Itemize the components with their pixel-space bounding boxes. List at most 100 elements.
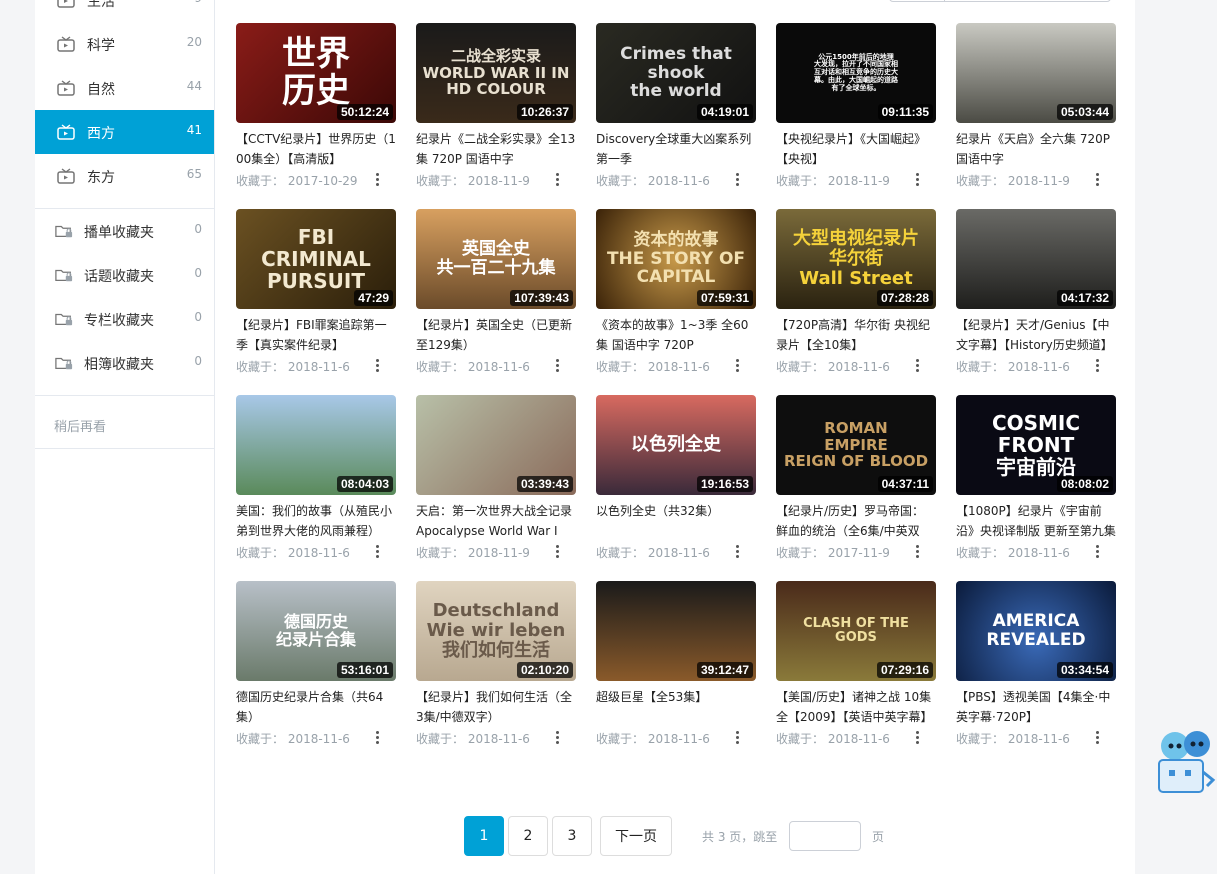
video-card[interactable]: 39:12:47 超级巨星【全53集】 收藏于： 2018-11-6 <box>596 581 756 757</box>
more-options-icon[interactable] <box>556 545 560 559</box>
video-title[interactable]: 【纪录片】我们如何生活（全3集/中德双字） <box>416 687 576 727</box>
video-thumbnail[interactable]: 资本的故事 THE STORY OF CAPITAL 07:59:31 <box>596 209 756 309</box>
more-options-icon[interactable] <box>916 731 920 745</box>
video-card[interactable]: 08:04:03 美国：我们的故事（从殖民小弟到世界大佬的风雨兼程） 收藏于： 20… <box>236 395 396 571</box>
video-title[interactable]: 美国：我们的故事（从殖民小弟到世界大佬的风雨兼程） <box>236 501 396 541</box>
more-options-icon[interactable] <box>376 731 380 745</box>
video-thumbnail[interactable]: Deutschland Wie wir leben 我们如何生活 02:10:20 <box>416 581 576 681</box>
more-options-icon[interactable] <box>736 545 740 559</box>
video-card[interactable]: 大型电视纪录片 华尔街 Wall Street 07:28:28 【720P高清】华… <box>776 209 936 385</box>
sidebar-item-column-favorites[interactable]: 专栏收藏夹 0 <box>35 297 214 341</box>
video-card[interactable]: AMERICA REVEALED 03:34:54 【PBS】透视美国【4集全·中英… <box>956 581 1116 757</box>
sidebar-item-count: 0 <box>194 354 202 368</box>
video-title[interactable]: 【CCTV纪录片】世界历史（100集全）【高清版】 <box>236 129 396 169</box>
video-card[interactable]: Deutschland Wie wir leben 我们如何生活 02:10:20… <box>416 581 576 757</box>
video-thumbnail[interactable]: 公元1500年前后的地理 大发现，拉开了不同国家相 互对话和相互竞争的历史大 幕… <box>776 23 936 123</box>
video-card[interactable]: 世界 历史 50:12:24 【CCTV纪录片】世界历史（100集全）【高清版】 收藏… <box>236 23 396 199</box>
top-control-partial[interactable] <box>889 0 1111 2</box>
page-button-1[interactable]: 1 <box>464 816 504 856</box>
video-thumbnail[interactable]: 08:04:03 <box>236 395 396 495</box>
more-options-icon[interactable] <box>556 359 560 373</box>
video-title[interactable]: 德国历史纪录片合集（共64集） <box>236 687 396 727</box>
video-thumbnail[interactable]: 世界 历史 50:12:24 <box>236 23 396 123</box>
sidebar-item-science[interactable]: 科学 20 <box>35 22 214 66</box>
video-title[interactable]: 超级巨星【全53集】 <box>596 687 756 727</box>
video-thumbnail[interactable]: 以色列全史 19:16:53 <box>596 395 756 495</box>
video-title[interactable]: 【720P高清】华尔街 央视纪录片【全10集】 <box>776 315 936 355</box>
video-title[interactable]: 以色列全史（共32集） <box>596 501 756 541</box>
video-thumbnail[interactable]: 二战全彩实录 WORLD WAR II IN HD COLOUR 10:26:37 <box>416 23 576 123</box>
video-title[interactable]: 纪录片《天启》全六集 720P 国语中字 <box>956 129 1116 169</box>
video-title[interactable]: 纪录片《二战全彩实录》全13集 720P 国语中字 <box>416 129 576 169</box>
video-thumbnail[interactable]: 04:17:32 <box>956 209 1116 309</box>
more-options-icon[interactable] <box>1096 545 1100 559</box>
sidebar-item-playlist-favorites[interactable]: 播单收藏夹 0 <box>35 209 214 253</box>
video-thumbnail[interactable]: AMERICA REVEALED 03:34:54 <box>956 581 1116 681</box>
video-title[interactable]: 【纪录片】英国全史（已更新至129集） <box>416 315 576 355</box>
video-card[interactable]: CLASH OF THE GODS 07:29:16 【美国/历史】诸神之战 10集… <box>776 581 936 757</box>
more-options-icon[interactable] <box>916 545 920 559</box>
video-card[interactable]: Crimes that shook the world 04:19:01 Disco… <box>596 23 756 199</box>
sidebar-item-west[interactable]: 西方 41 <box>35 110 214 154</box>
video-title[interactable]: 【纪录片/历史】罗马帝国：鲜血的统治（全6集/中英双字） <box>776 501 936 541</box>
more-options-icon[interactable] <box>1096 359 1100 373</box>
more-options-icon[interactable] <box>916 173 920 187</box>
video-title[interactable]: 【纪录片】FBI罪案追踪第一季【真实案件纪录】 <box>236 315 396 355</box>
sidebar-item-label: 专栏收藏夹 <box>84 313 154 329</box>
favorited-date: 收藏于： 2018-11-6 <box>236 732 350 746</box>
more-options-icon[interactable] <box>556 173 560 187</box>
video-card[interactable]: 05:03:44 纪录片《天启》全六集 720P 国语中字 收藏于： 2018-11… <box>956 23 1116 199</box>
more-options-icon[interactable] <box>556 731 560 745</box>
video-thumbnail[interactable]: 39:12:47 <box>596 581 756 681</box>
video-title[interactable]: 【1080P】纪录片《宇宙前沿》央视译制版 更新至第九集 <box>956 501 1116 541</box>
video-thumbnail[interactable]: CLASH OF THE GODS 07:29:16 <box>776 581 936 681</box>
more-options-icon[interactable] <box>376 359 380 373</box>
video-title[interactable]: 《资本的故事》1~3季 全60集 国语中字 720P <box>596 315 756 355</box>
more-options-icon[interactable] <box>736 731 740 745</box>
video-card[interactable]: 二战全彩实录 WORLD WAR II IN HD COLOUR 10:26:37… <box>416 23 576 199</box>
video-thumbnail[interactable]: 英国全史 共一百二十九集 107:39:43 <box>416 209 576 309</box>
sidebar-item-nature[interactable]: 自然 44 <box>35 66 214 110</box>
video-card[interactable]: 德国历史 纪录片合集 53:16:01 德国历史纪录片合集（共64集） 收藏于： 20… <box>236 581 396 757</box>
video-card[interactable]: ROMAN EMPIRE REIGN OF BLOOD 04:37:11 【纪录片/… <box>776 395 936 571</box>
video-thumbnail[interactable]: COSMIC FRONT 宇宙前沿 08:08:02 <box>956 395 1116 495</box>
video-title[interactable]: 【美国/历史】诸神之战 10集全【2009】【英语中英字幕】 <box>776 687 936 727</box>
video-card[interactable]: 03:39:43 天启：第一次世界大战全记录 Apocalypse World W… <box>416 395 576 571</box>
more-options-icon[interactable] <box>736 173 740 187</box>
video-thumbnail[interactable]: 03:39:43 <box>416 395 576 495</box>
video-thumbnail[interactable]: Crimes that shook the world 04:19:01 <box>596 23 756 123</box>
video-card[interactable]: 资本的故事 THE STORY OF CAPITAL 07:59:31 《资本的故事… <box>596 209 756 385</box>
page-button-3[interactable]: 3 <box>552 816 592 856</box>
video-title[interactable]: 【纪录片】天才/Genius【中文字幕】【History历史频道】 <box>956 315 1116 355</box>
sidebar-item-topic-favorites[interactable]: 话题收藏夹 0 <box>35 253 214 297</box>
video-card[interactable]: 04:17:32 【纪录片】天才/Genius【中文字幕】【History历史频道… <box>956 209 1116 385</box>
more-options-icon[interactable] <box>1096 731 1100 745</box>
video-card[interactable]: FBI CRIMINAL PURSUIT 47:29 【纪录片】FBI罪案追踪第一季… <box>236 209 396 385</box>
mascot-image[interactable] <box>1155 720 1217 800</box>
more-options-icon[interactable] <box>916 359 920 373</box>
more-options-icon[interactable] <box>376 173 380 187</box>
more-options-icon[interactable] <box>736 359 740 373</box>
next-page-button[interactable]: 下一页 <box>600 816 672 856</box>
sidebar-item-life[interactable]: 生活 9 <box>35 0 214 22</box>
page-button-2[interactable]: 2 <box>508 816 548 856</box>
video-title[interactable]: 天启：第一次世界大战全记录 Apocalypse World War I <box>416 501 576 541</box>
video-card[interactable]: COSMIC FRONT 宇宙前沿 08:08:02 【1080P】纪录片《宇宙前沿… <box>956 395 1116 571</box>
video-card[interactable]: 英国全史 共一百二十九集 107:39:43 【纪录片】英国全史（已更新至129集）… <box>416 209 576 385</box>
video-card[interactable]: 公元1500年前后的地理 大发现，拉开了不同国家相 互对话和相互竞争的历史大 幕… <box>776 23 936 199</box>
video-title[interactable]: 【央视纪录片】《大国崛起》【央视】 <box>776 129 936 169</box>
sidebar-item-east[interactable]: 东方 65 <box>35 154 214 198</box>
page-jump-input[interactable] <box>789 821 861 851</box>
video-thumbnail[interactable]: 大型电视纪录片 华尔街 Wall Street 07:28:28 <box>776 209 936 309</box>
more-options-icon[interactable] <box>1096 173 1100 187</box>
video-thumbnail[interactable]: FBI CRIMINAL PURSUIT 47:29 <box>236 209 396 309</box>
video-thumbnail[interactable]: 05:03:44 <box>956 23 1116 123</box>
watch-later-link[interactable]: 稍后再看 <box>54 416 106 435</box>
video-thumbnail[interactable]: ROMAN EMPIRE REIGN OF BLOOD 04:37:11 <box>776 395 936 495</box>
more-options-icon[interactable] <box>376 545 380 559</box>
sidebar-item-album-favorites[interactable]: 相簿收藏夹 0 <box>35 341 214 385</box>
video-thumbnail[interactable]: 德国历史 纪录片合集 53:16:01 <box>236 581 396 681</box>
video-card[interactable]: 以色列全史 19:16:53 以色列全史（共32集） 收藏于： 2018-11-6 <box>596 395 756 571</box>
video-title[interactable]: Discovery全球重大凶案系列第一季 <box>596 129 756 169</box>
video-title[interactable]: 【PBS】透视美国【4集全·中英字幕·720P】 <box>956 687 1116 727</box>
